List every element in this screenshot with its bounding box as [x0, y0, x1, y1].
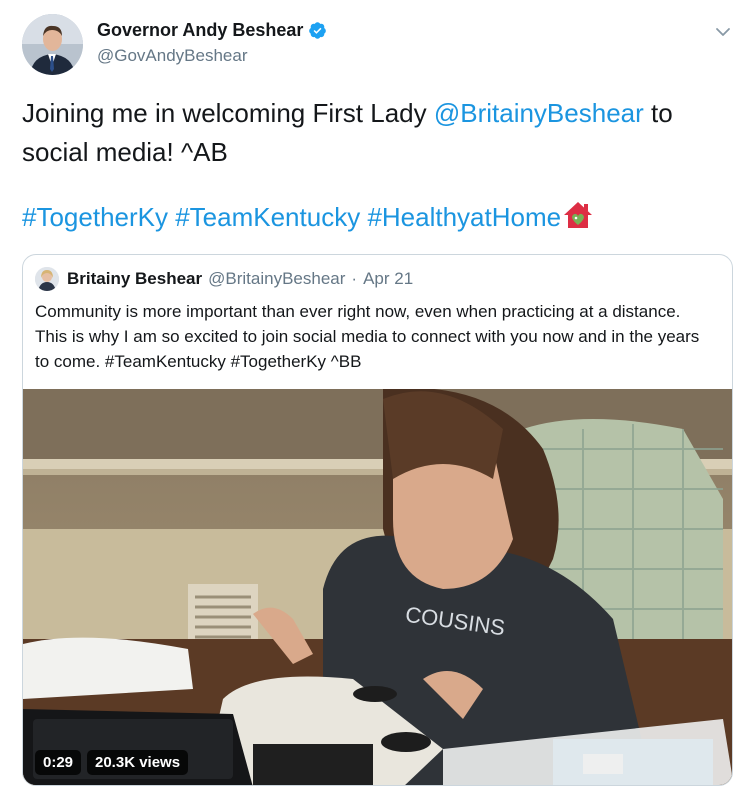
mention-link[interactable]: @BritainyBeshear	[434, 98, 644, 128]
house-with-heart-icon	[563, 200, 593, 230]
tweet-header: Governor Andy Beshear @GovAndyBeshear	[22, 14, 737, 78]
author-handle[interactable]: @GovAndyBeshear	[97, 46, 327, 66]
author-avatar[interactable]	[22, 14, 83, 75]
separator-dot: ·	[351, 269, 358, 288]
video-duration-badge: 0:29	[35, 750, 82, 775]
tweet-text-segment: to	[643, 98, 673, 128]
author-names: Governor Andy Beshear @GovAndyBeshear	[97, 20, 327, 66]
hashtag-link[interactable]: #TeamKentucky	[175, 202, 360, 232]
quoted-author-avatar	[35, 267, 59, 291]
quoted-tweet-text: Community is more important than ever ri…	[35, 302, 700, 371]
chevron-down-icon[interactable]	[715, 24, 731, 40]
tweet-line-2: social media! ^AB	[22, 137, 228, 167]
quoted-tweet[interactable]: Britainy Beshear @BritainyBeshear · Apr …	[22, 254, 733, 786]
author-display-name[interactable]: Governor Andy Beshear	[97, 20, 303, 41]
tweet-card: Governor Andy Beshear @GovAndyBeshear Jo…	[0, 0, 755, 790]
tweet-text-segment: Joining me in welcoming First Lady	[22, 98, 434, 128]
quoted-author-handle: @BritainyBeshear	[208, 269, 346, 288]
verified-badge-icon	[308, 21, 327, 40]
hashtag-link[interactable]: #HealthyatHome	[367, 202, 561, 232]
quoted-tweet-date: Apr 21	[363, 269, 414, 288]
hashtag-line: #TogetherKy #TeamKentucky #HealthyatHome	[22, 198, 742, 237]
hashtag-link[interactable]: #TogetherKy	[22, 202, 168, 232]
video-thumbnail: COUSINS	[23, 389, 732, 785]
quoted-tweet-header: Britainy Beshear @BritainyBeshear · Apr …	[35, 267, 413, 291]
quoted-author-display-name: Britainy Beshear	[67, 269, 203, 288]
tweet-text: Joining me in welcoming First Lady @Brit…	[22, 94, 742, 237]
video-views-badge: 20.3K views	[87, 750, 189, 775]
tweet-line-1: Joining me in welcoming First Lady @Brit…	[22, 94, 742, 133]
video-player[interactable]: COUSINS 0:29 20.3K views	[23, 389, 732, 785]
